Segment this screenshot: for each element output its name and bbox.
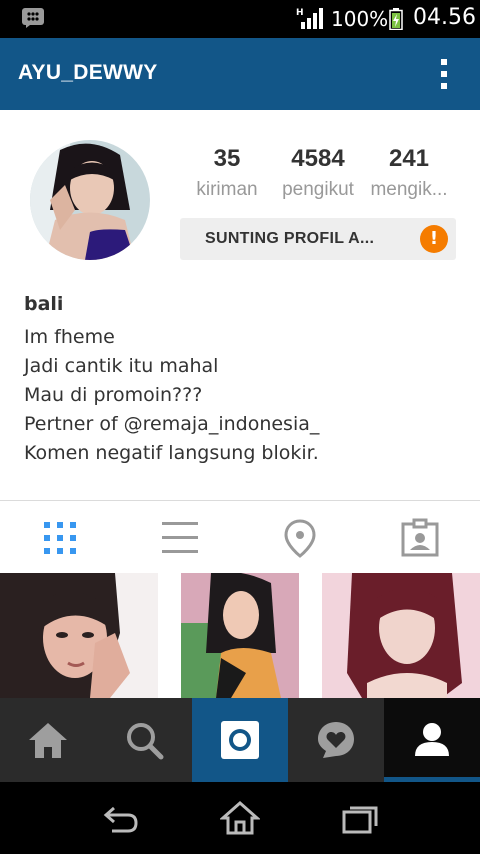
bio-line: Komen negatif langsung blokir.	[24, 442, 319, 464]
signal-icon: H	[296, 8, 323, 29]
bio-name: bali	[24, 293, 64, 315]
bbm-icon	[22, 8, 44, 28]
bio-line: Jadi cantik itu mahal	[24, 355, 219, 377]
bottom-navigation	[0, 698, 480, 782]
photo-thumbnail[interactable]	[0, 573, 158, 698]
profile-icon	[415, 723, 449, 756]
tab-grid[interactable]	[0, 501, 120, 573]
photo-grid	[0, 573, 480, 698]
followers-count: 4584	[291, 145, 345, 172]
edit-profile-button[interactable]: SUNTING PROFIL A... !	[180, 218, 456, 260]
status-bar: H 100% 04.56	[0, 0, 480, 38]
followers-label: pengikut	[282, 179, 354, 200]
battery-charging-icon	[389, 8, 403, 30]
bio-line: Im fheme	[24, 326, 115, 348]
recent-apps-icon[interactable]	[340, 800, 380, 836]
posts-stat: 35 kiriman	[190, 145, 264, 201]
list-view-icon	[162, 522, 198, 553]
profile-bio: bali Im fheme Jadi cantik itu mahal Mau …	[24, 293, 464, 468]
edit-profile-label: SUNTING PROFIL A...	[205, 230, 375, 247]
profile-username: AYU_DEWWY	[18, 61, 158, 84]
tab-map[interactable]	[240, 501, 360, 573]
activity-heart-icon	[318, 722, 354, 758]
avatar[interactable]	[30, 140, 150, 260]
warning-icon: !	[420, 225, 448, 253]
tab-tagged[interactable]	[360, 501, 480, 573]
clock: 04.56	[413, 5, 476, 30]
home-icon	[29, 723, 67, 758]
nav-profile[interactable]	[384, 698, 480, 782]
home-icon[interactable]	[220, 800, 260, 836]
network-type: H	[296, 8, 304, 18]
overflow-menu-icon[interactable]	[432, 56, 456, 92]
app-header: AYU_DEWWY	[0, 38, 480, 110]
posts-count: 35	[213, 145, 241, 172]
grid-view-icon	[44, 522, 76, 554]
tagged-photos-icon	[401, 518, 439, 557]
following-label: mengik...	[370, 179, 448, 200]
back-icon[interactable]	[100, 800, 140, 836]
followers-stat[interactable]: 4584 pengikut	[276, 145, 360, 201]
map-pin-icon	[284, 519, 316, 558]
photo-thumbnail[interactable]	[161, 573, 319, 698]
nav-home[interactable]	[0, 698, 96, 782]
camera-icon	[221, 721, 259, 759]
system-navigation	[0, 782, 480, 854]
search-icon	[127, 723, 164, 760]
posts-label: kiriman	[196, 179, 258, 200]
following-stat[interactable]: 241 mengik...	[362, 145, 456, 201]
tab-list[interactable]	[120, 501, 240, 573]
nav-activity[interactable]	[288, 698, 384, 782]
photo-thumbnail[interactable]	[322, 573, 480, 698]
bio-line: Mau di promoin???	[24, 384, 203, 406]
profile-view-tabs	[0, 501, 480, 573]
following-count: 241	[388, 145, 430, 172]
nav-camera[interactable]	[192, 698, 288, 782]
battery-percent: 100%	[331, 7, 389, 31]
bio-line[interactable]: Pertner of @remaja_indonesia_	[24, 410, 464, 439]
nav-search[interactable]	[96, 698, 192, 782]
